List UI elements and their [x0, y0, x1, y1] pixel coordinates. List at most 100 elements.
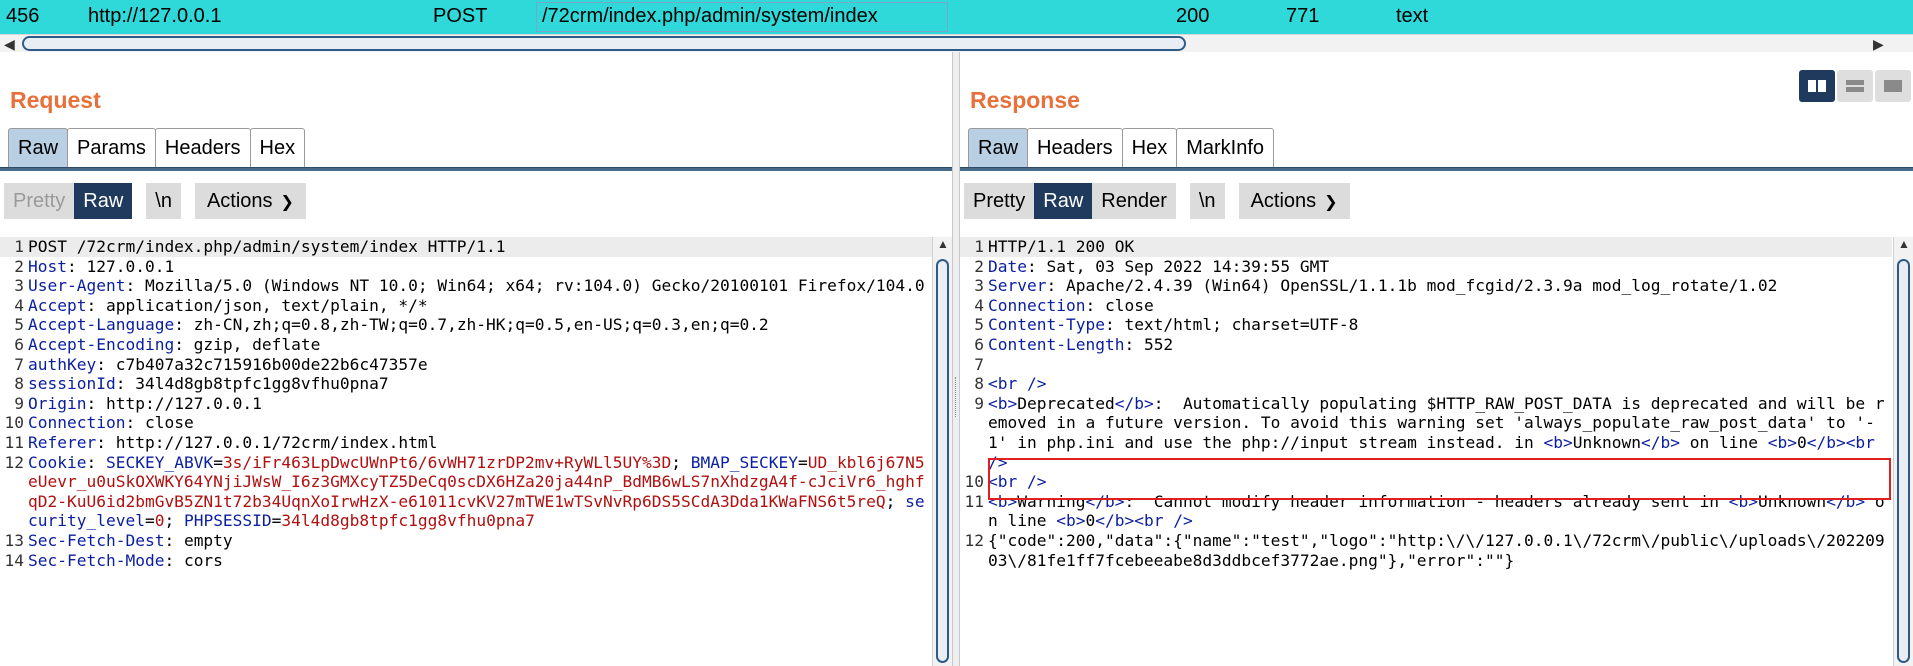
line-text: Connection: close	[988, 296, 1154, 316]
code-line: 6 Accept-Encoding: gzip, deflate	[0, 335, 932, 355]
request-panel: Request Raw Params Headers Hex Pretty Ra…	[0, 52, 952, 666]
request-editor[interactable]: 1 POST /72crm/index.php/admin/system/inde…	[0, 237, 932, 666]
request-tab-hex[interactable]: Hex	[249, 128, 306, 168]
code-token: <br />	[1134, 511, 1193, 531]
code-token: SECKEY_ABVK	[105, 452, 214, 472]
line-number: 12	[4, 452, 25, 472]
chevron-down-icon: ❯	[1324, 194, 1338, 211]
code-token: Unknown	[1572, 432, 1641, 452]
code-token: 0	[1796, 432, 1807, 452]
code-line: 1 HTTP/1.1 200 OK	[960, 237, 1892, 257]
line-number: 6	[14, 334, 24, 354]
line-number: 5	[974, 315, 984, 335]
response-tab-markinfo[interactable]: MarkInfo	[1176, 128, 1275, 168]
request-vertical-scrollbar[interactable]: ▲	[932, 237, 952, 666]
panel-splitter[interactable]	[952, 52, 960, 666]
line-text: Cookie: SECKEY_ABVK=3s/iFr463LpDwcUWnPt6…	[28, 453, 932, 531]
code-line: 11 <b>Warning</b>: Cannot modify header i…	[960, 492, 1892, 531]
response-title: Response	[970, 87, 1080, 113]
response-render-button[interactable]: Render	[1092, 183, 1176, 219]
scroll-left-icon[interactable]: ◀	[4, 36, 15, 53]
code-token: : text/html; charset=UTF-8	[1104, 315, 1359, 335]
response-tabs: Raw Headers Hex MarkInfo	[968, 128, 1275, 168]
layout-stacked-icon[interactable]	[1837, 70, 1873, 102]
code-token: </b>	[1114, 393, 1154, 413]
code-token: 3s/iFr463LpDwcUWnPt6/6vWH71zrDP2mv+RyWLl…	[222, 452, 672, 472]
scrollbar-thumb[interactable]	[936, 259, 949, 663]
response-tab-raw[interactable]: Raw	[968, 128, 1029, 168]
response-vertical-scrollbar[interactable]: ▲	[1893, 237, 1913, 666]
response-raw-button[interactable]: Raw	[1034, 183, 1093, 219]
response-tab-headers[interactable]: Headers	[1027, 128, 1123, 168]
code-token: 0	[154, 511, 165, 531]
code-line: 5 Content-Type: text/html; charset=UTF-8	[960, 315, 1892, 335]
code-token: <b>	[988, 393, 1018, 413]
code-line: 7	[960, 355, 1892, 375]
request-tab-params[interactable]: Params	[67, 128, 156, 168]
code-token: : Cannot modify header information - hea…	[1124, 491, 1729, 511]
layout-toggle-group	[1799, 70, 1911, 102]
request-newline-button[interactable]: \n	[146, 183, 181, 219]
code-token: : c7b407a32c715916b00de22b6c47357e	[96, 354, 428, 374]
code-token: Connection	[988, 295, 1086, 315]
request-tab-raw[interactable]: Raw	[8, 128, 69, 168]
code-token: on line	[1679, 432, 1768, 452]
code-token: </b>	[1826, 491, 1866, 511]
scrollbar-thumb[interactable]	[1897, 259, 1910, 663]
line-text: Sec-Fetch-Mode: cors	[28, 551, 223, 571]
layout-side-by-side-icon[interactable]	[1799, 70, 1835, 102]
line-number: 1	[14, 237, 24, 256]
request-raw-button[interactable]: Raw	[74, 183, 133, 219]
history-mime: text	[1396, 5, 1429, 27]
scroll-up-icon[interactable]: ▲	[937, 237, 949, 251]
code-token: Referer	[28, 432, 97, 452]
line-text: sessionId: 34l4d8gb8tpfc1gg8vfhu0pna7	[28, 374, 389, 394]
code-line: 12 Cookie: SECKEY_ABVK=3s/iFr463LpDwcUWnP…	[0, 453, 932, 531]
splitter-grip-icon[interactable]	[955, 377, 957, 417]
request-actions-button[interactable]: Actions ❯	[194, 183, 306, 219]
actions-label: Actions	[206, 190, 273, 212]
line-number: 9	[14, 393, 24, 413]
code-token: </b>	[1806, 432, 1846, 452]
history-horizontal-scrollbar[interactable]: ◀ ▶	[0, 34, 1913, 52]
history-row-selected[interactable]: 456 http://127.0.0.1 POST /72crm/index.p…	[0, 0, 1913, 34]
response-editor[interactable]: 1 HTTP/1.1 200 OK 2 Date: Sat, 03 Sep 2022 …	[960, 237, 1892, 666]
tabs-underline	[0, 167, 952, 171]
line-number: 10	[4, 413, 25, 433]
response-newline-button[interactable]: \n	[1189, 183, 1225, 219]
line-text: Content-Type: text/html; charset=UTF-8	[988, 315, 1358, 335]
line-number: 9	[974, 393, 984, 413]
code-token: sessionId	[28, 374, 116, 394]
code-token: <b>	[988, 491, 1018, 511]
request-title: Request	[10, 87, 101, 113]
line-text: POST /72crm/index.php/admin/system/index…	[28, 237, 506, 257]
line-text: HTTP/1.1 200 OK	[988, 237, 1134, 257]
request-tab-headers[interactable]: Headers	[154, 128, 251, 168]
request-pretty-button[interactable]: Pretty	[4, 183, 75, 219]
line-text: <br />	[988, 374, 1046, 394]
code-token: Accept	[28, 295, 87, 315]
code-token: Content-Type	[988, 315, 1105, 335]
response-pretty-button[interactable]: Pretty	[964, 183, 1035, 219]
scrollbar-thumb[interactable]	[22, 36, 1186, 51]
code-token: Sec-Fetch-Mode	[28, 550, 165, 570]
response-tab-hex[interactable]: Hex	[1121, 128, 1178, 168]
tabs-underline	[960, 167, 1913, 171]
code-line: 8 sessionId: 34l4d8gb8tpfc1gg8vfhu0pna7	[0, 374, 932, 394]
line-number: 11	[4, 432, 25, 452]
line-number: 11	[964, 491, 985, 511]
scroll-right-icon[interactable]: ▶	[1873, 36, 1884, 53]
line-number: 14	[4, 550, 25, 570]
line-text: <br />	[988, 472, 1046, 492]
layout-single-icon[interactable]	[1875, 70, 1911, 102]
request-tabs: Raw Params Headers Hex	[8, 128, 306, 168]
code-token: Host	[28, 256, 67, 276]
code-token: : 127.0.0.1	[66, 256, 175, 276]
code-line: 6 Content-Length: 552	[960, 335, 1892, 355]
line-number: 7	[974, 354, 984, 374]
code-token: <b>	[1767, 432, 1797, 452]
response-actions-button[interactable]: Actions ❯	[1238, 183, 1350, 219]
code-line: 5 Accept-Language: zh-CN,zh;q=0.8,zh-TW;q…	[0, 315, 932, 335]
line-text: Content-Length: 552	[988, 335, 1173, 355]
scroll-up-icon[interactable]: ▲	[1898, 237, 1910, 251]
